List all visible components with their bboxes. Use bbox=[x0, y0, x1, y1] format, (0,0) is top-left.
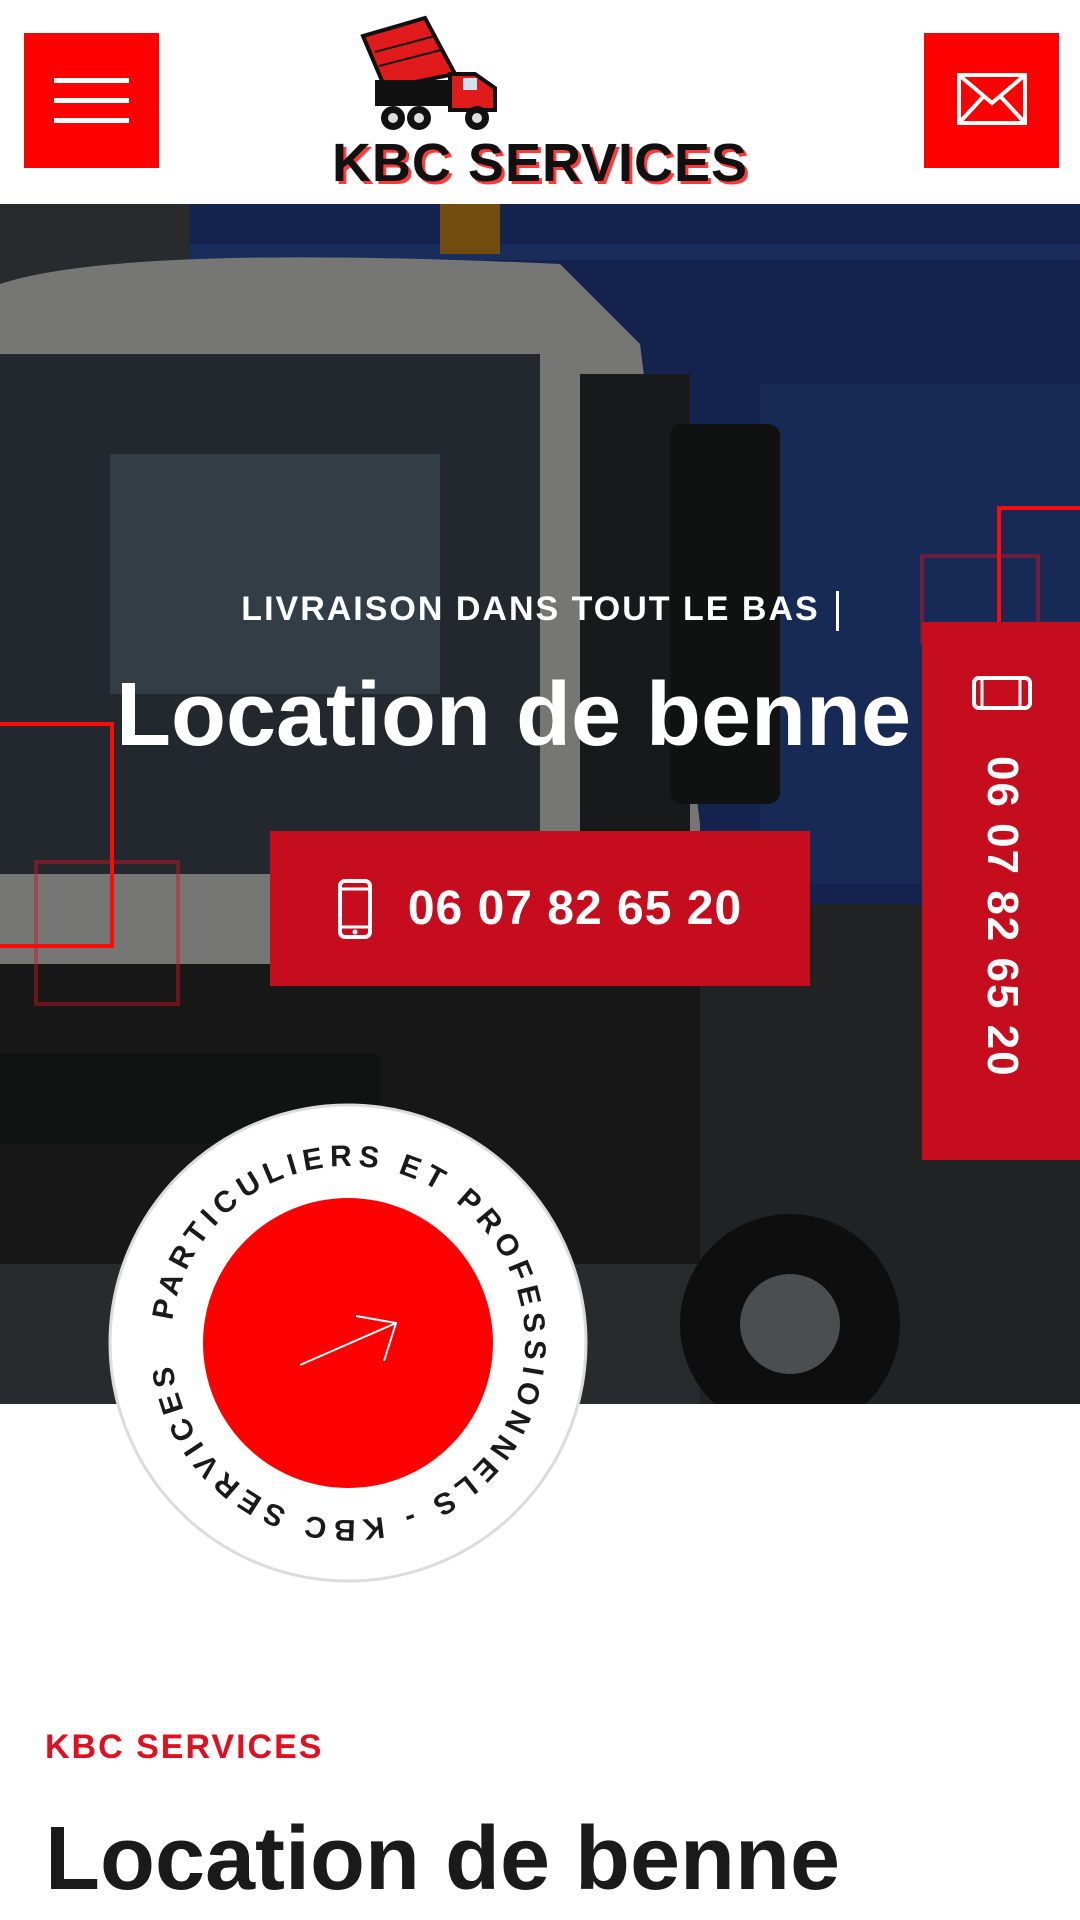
hamburger-icon bbox=[54, 78, 129, 83]
hamburger-icon-bar bbox=[54, 118, 129, 123]
hero-title: Location de benne bbox=[116, 665, 912, 765]
badge-graphic: PARTICULIERS ET PROFESSIONNELS - KBC SER… bbox=[100, 1077, 588, 1583]
mobile-phone-icon bbox=[972, 676, 1032, 710]
dump-truck-icon bbox=[360, 15, 497, 130]
side-call-tab[interactable]: 06 07 82 65 20 bbox=[922, 622, 1080, 1160]
logo-text: KBC SERVICES bbox=[331, 133, 749, 193]
hero-subtitle: LIVRAISON DANS TOUT LE BAS bbox=[0, 590, 1080, 632]
hamburger-icon-bar bbox=[54, 98, 129, 103]
hero-subtitle-text: LIVRAISON DANS TOUT LE BAS bbox=[241, 590, 820, 628]
site-logo[interactable]: KBC SERVICES bbox=[300, 14, 780, 194]
decorative-frame bbox=[34, 860, 180, 1006]
envelope-icon bbox=[957, 73, 1027, 125]
call-button-number: 06 07 82 65 20 bbox=[407, 882, 743, 935]
menu-button[interactable] bbox=[24, 33, 159, 168]
clients-badge[interactable]: PARTICULIERS ET PROFESSIONNELS - KBC SER… bbox=[100, 1077, 588, 1583]
mobile-phone-icon bbox=[337, 878, 372, 939]
section-kicker: KBC SERVICES bbox=[45, 1728, 324, 1766]
contact-mail-button[interactable] bbox=[924, 33, 1059, 168]
side-call-number: 06 07 82 65 20 bbox=[978, 756, 1027, 1078]
call-button[interactable]: 06 07 82 65 20 bbox=[270, 831, 810, 986]
site-header: KBC SERVICES bbox=[0, 0, 1080, 204]
typing-caret bbox=[835, 591, 839, 632]
section-title: Location de benne bbox=[45, 1809, 841, 1909]
